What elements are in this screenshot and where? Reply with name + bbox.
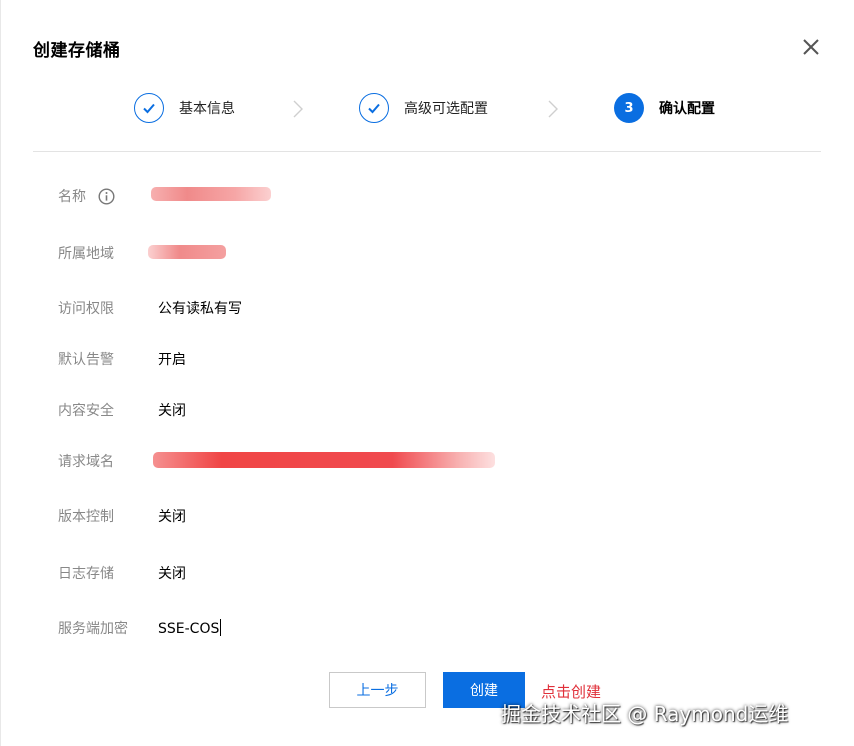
field-label: 日志存储 (58, 566, 114, 582)
info-icon[interactable] (98, 187, 115, 205)
create-bucket-dialog: 创建存储桶 基本信息 高级可选配置 3 确认配置 名称 所属地域 访问权限 公有… (0, 0, 854, 746)
step-label: 确认配置 (659, 101, 715, 117)
step-label: 基本信息 (179, 101, 235, 117)
field-alarm: 默认告警 开启 (58, 349, 186, 369)
text-cursor (220, 619, 222, 636)
divider (33, 151, 821, 152)
redacted-value (151, 187, 271, 201)
field-content-security: 内容安全 关闭 (58, 400, 186, 420)
field-label: 内容安全 (58, 403, 114, 419)
redacted-value (153, 452, 495, 468)
field-value: 关闭 (158, 403, 186, 419)
previous-step-button[interactable]: 上一步 (329, 672, 426, 708)
dialog-title: 创建存储桶 (33, 41, 121, 61)
step-basic-info: 基本信息 (134, 90, 235, 126)
field-label: 所属地域 (58, 246, 114, 262)
field-label: 名称 (58, 189, 86, 205)
field-value: 关闭 (158, 509, 186, 525)
step-indicator: 基本信息 高级可选配置 3 确认配置 (1, 90, 854, 130)
field-name: 名称 (58, 186, 115, 206)
field-versioning: 版本控制 关闭 (58, 506, 186, 526)
field-access: 访问权限 公有读私有写 (58, 298, 242, 318)
check-icon (359, 93, 389, 123)
step-advanced-config: 高级可选配置 (359, 90, 488, 126)
close-icon[interactable] (798, 34, 824, 60)
field-value: 关闭 (158, 566, 186, 582)
field-label: 请求域名 (58, 454, 114, 470)
step-number: 3 (614, 93, 644, 123)
chevron-right-icon (293, 100, 303, 118)
field-logging: 日志存储 关闭 (58, 563, 186, 583)
check-icon (134, 93, 164, 123)
step-confirm-config: 3 确认配置 (614, 90, 715, 126)
field-label: 版本控制 (58, 509, 114, 525)
field-value: SSE-COS (158, 621, 220, 637)
field-region: 所属地域 (58, 243, 158, 263)
field-label: 访问权限 (58, 301, 114, 317)
field-label: 默认告警 (58, 352, 114, 368)
field-domain: 请求域名 (58, 451, 158, 471)
field-label: 服务端加密 (58, 621, 128, 637)
field-encryption: 服务端加密 SSE-COS (58, 618, 222, 638)
chevron-right-icon (548, 100, 558, 118)
redacted-value (148, 245, 226, 259)
field-value: 开启 (158, 352, 186, 368)
field-value: 公有读私有写 (158, 301, 242, 317)
watermark: 掘金技术社区 @ Raymond运维 (501, 702, 789, 726)
step-label: 高级可选配置 (404, 101, 488, 117)
